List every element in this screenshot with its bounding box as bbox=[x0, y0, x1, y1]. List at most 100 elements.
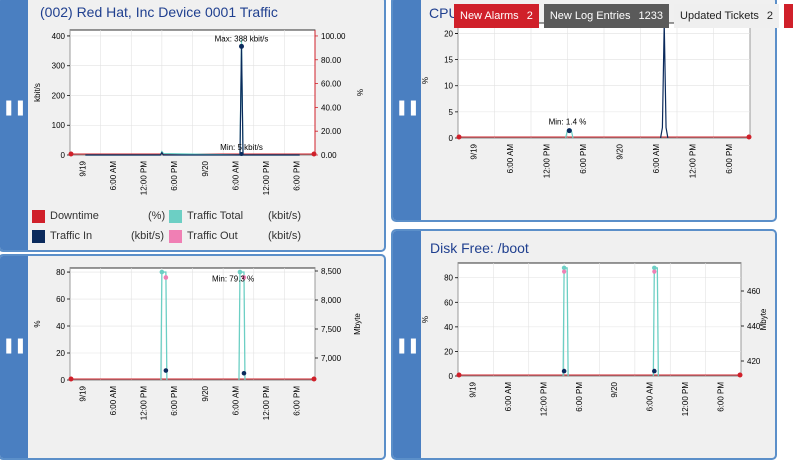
y-tick-label: 40 bbox=[56, 322, 65, 331]
y-axis-label: % bbox=[421, 316, 430, 323]
x-tick-label: 9/19 bbox=[78, 160, 87, 176]
y-tick-label: 80 bbox=[56, 268, 65, 277]
grip-icon: ❚❚ bbox=[395, 336, 419, 354]
y2-tick-label: 8,000 bbox=[321, 296, 342, 305]
x-tick-label: 9/19 bbox=[469, 143, 478, 159]
downtime-marker bbox=[68, 151, 74, 157]
badge-count: 1233 bbox=[638, 10, 664, 22]
y-tick-label: 200 bbox=[52, 91, 66, 100]
x-tick-label: 6:00 PM bbox=[170, 386, 179, 416]
y-tick-label: 20 bbox=[444, 29, 453, 38]
x-tick-label: 12:00 PM bbox=[262, 161, 271, 196]
x-tick-label: 12:00 PM bbox=[140, 161, 149, 196]
x-tick-label: 6:00 AM bbox=[109, 161, 118, 191]
downtime-marker bbox=[311, 376, 317, 382]
y2-tick-label: 7,000 bbox=[321, 354, 342, 363]
downtime-marker bbox=[456, 372, 462, 378]
legend-label: Downtime bbox=[50, 210, 99, 222]
notification-bar: New Alarms 2 New Log Entries 1233 Updated … bbox=[454, 4, 793, 28]
x-tick-label: 6:00 AM bbox=[506, 144, 515, 174]
legend-label: Traffic Out bbox=[187, 230, 238, 242]
min-annotation: Min: 1.4 % bbox=[549, 118, 587, 127]
updated-tickets-badge[interactable]: Updated Tickets 2 bbox=[674, 4, 780, 28]
x-tick-label: 6:00 AM bbox=[646, 382, 655, 412]
legend-unit: (kbit/s) bbox=[131, 230, 164, 242]
y2-tick-label: 420 bbox=[747, 357, 761, 366]
memory-panel: ❚❚ 80 60 40 20 0% 8,500 8,000 7,500 7,000 Mbyte 9/… bbox=[0, 254, 386, 460]
x-tick-label: 6:00 PM bbox=[170, 161, 179, 191]
drag-handle[interactable]: ❚❚ bbox=[0, 0, 28, 250]
more-badge[interactable] bbox=[784, 4, 793, 28]
new-log-entries-badge[interactable]: New Log Entries 1233 bbox=[543, 4, 670, 28]
memory-chart: 80 60 40 20 0% 8,500 8,000 7,500 7,000 Mbyte 9/19 6… bbox=[33, 267, 362, 421]
legend-swatch bbox=[169, 210, 182, 223]
y2-tick-label: 40.00 bbox=[321, 103, 342, 112]
x-tick-label: 6:00 PM bbox=[725, 144, 734, 174]
cpu-panel: ❚❚ CPU 20 15 10 5 0% 9/19 6:00 AM 12:00 PM 6:00 … bbox=[391, 0, 777, 222]
traffic-panel: ❚❚ (002) Red Hat, Inc Device 0001 Traffi… bbox=[0, 0, 386, 252]
in-marker bbox=[163, 368, 169, 373]
x-tick-label: 6:00 AM bbox=[231, 161, 240, 191]
y2-axis-label: Mbyte bbox=[759, 308, 768, 330]
downtime-marker bbox=[68, 376, 74, 382]
y-axis-label: % bbox=[33, 320, 42, 327]
drag-handle[interactable]: ❚❚ bbox=[393, 0, 421, 220]
legend-label: Traffic In bbox=[50, 230, 93, 242]
y-tick-label: 400 bbox=[52, 32, 66, 41]
x-tick-label: 9/20 bbox=[615, 143, 624, 159]
x-tick-label: 9/20 bbox=[201, 385, 210, 401]
badge-count: 2 bbox=[526, 10, 533, 22]
y2-axis-label: Mbyte bbox=[353, 313, 362, 335]
badge-label: New Log Entries bbox=[549, 10, 631, 22]
y-tick-label: 80 bbox=[444, 274, 453, 283]
x-tick-label: 6:00 PM bbox=[716, 382, 725, 412]
total-marker bbox=[159, 269, 165, 275]
y2-tick-label: 20.00 bbox=[321, 127, 342, 136]
x-tick-label: 6:00 AM bbox=[504, 382, 513, 412]
legend-swatch bbox=[32, 230, 45, 243]
y2-tick-label: 7,500 bbox=[321, 325, 342, 334]
drag-handle[interactable]: ❚❚ bbox=[0, 256, 28, 458]
x-tick-label: 6:00 PM bbox=[575, 382, 584, 412]
y-tick-label: 40 bbox=[444, 323, 453, 332]
panel-title: Disk Free: /boot bbox=[430, 240, 529, 256]
downtime-marker bbox=[746, 134, 752, 140]
out-marker bbox=[652, 269, 657, 274]
x-tick-label: 6:00 PM bbox=[579, 144, 588, 174]
legend-label: Traffic Total bbox=[187, 210, 244, 222]
min-marker bbox=[566, 128, 572, 134]
x-tick-label: 12:00 PM bbox=[688, 144, 697, 179]
traffic-chart: 400 300 200 100 0 kbit/s 100.00 80.00 60.00 40.00… bbox=[33, 29, 365, 196]
downtime-marker bbox=[456, 134, 462, 140]
in-marker bbox=[561, 368, 567, 374]
x-tick-label: 9/20 bbox=[610, 381, 619, 397]
grip-icon: ❚❚ bbox=[395, 98, 419, 116]
x-tick-label: 6:00 AM bbox=[231, 386, 240, 416]
legend-unit: (%) bbox=[148, 210, 166, 222]
badge-count: 2 bbox=[766, 10, 774, 22]
y2-tick-label: 60.00 bbox=[321, 80, 342, 89]
new-alarms-badge[interactable]: New Alarms 2 bbox=[454, 4, 539, 28]
y-axis-label: % bbox=[421, 77, 430, 84]
x-tick-label: 9/19 bbox=[469, 381, 478, 397]
disk-chart: 806040200%460440420Mbyte9/19 6:00 AM 12:00… bbox=[421, 262, 768, 416]
y-tick-label: 60 bbox=[444, 298, 453, 307]
in-marker bbox=[652, 368, 657, 374]
y-tick-label: 15 bbox=[444, 56, 453, 65]
max-annotation: Max: 388 kbit/s bbox=[215, 35, 269, 44]
y-tick-label: 20 bbox=[56, 349, 65, 358]
min-marker bbox=[239, 152, 244, 156]
y2-axis-label: % bbox=[356, 89, 365, 96]
legend-swatch bbox=[32, 210, 45, 223]
y-tick-label: 60 bbox=[56, 295, 65, 304]
drag-handle[interactable]: ❚❚ bbox=[393, 231, 421, 458]
x-tick-label: 9/19 bbox=[78, 385, 87, 401]
out-marker bbox=[562, 269, 567, 274]
x-tick-label: 6:00 AM bbox=[652, 144, 661, 174]
y-tick-label: 0 bbox=[449, 372, 454, 381]
disk-panel: ❚❚ Disk Free: /boot 80 60 40 20 0% 460 440 420 M… bbox=[391, 229, 777, 460]
x-tick-label: 6:00 PM bbox=[293, 386, 302, 416]
downtime-marker bbox=[311, 151, 317, 157]
y-axis-label: kbit/s bbox=[33, 83, 42, 102]
x-tick-label: 12:00 PM bbox=[262, 386, 271, 421]
